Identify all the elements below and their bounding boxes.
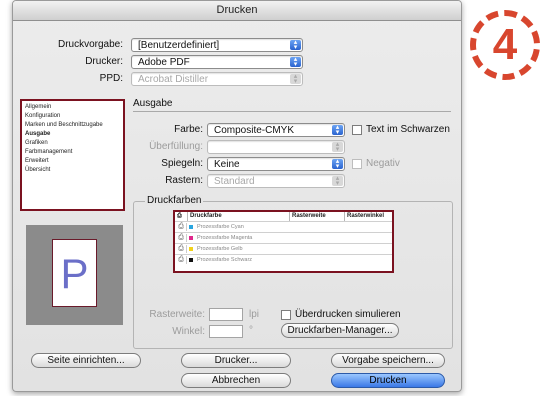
print-dialog: Drucken Druckvorgabe: [Benutzerdefiniert… (12, 0, 462, 392)
table-row[interactable]: ⎙ Prozessfarbe Magenta (175, 232, 392, 243)
ueberfuellung-select[interactable]: ▴ ▾ (207, 140, 345, 154)
drucken-button[interactable]: Drucken (331, 373, 445, 388)
sidebar-item-marken[interactable]: Marken und Beschnittzugabe (25, 121, 103, 129)
drucker-button[interactable]: Drucker... (181, 353, 291, 368)
ppd-select[interactable]: Acrobat Distiller ▴ ▾ (131, 72, 303, 86)
popup-arrows-icon: ▴ ▾ (332, 175, 343, 187)
sidebar-item-konfiguration[interactable]: Konfiguration (25, 112, 60, 120)
preview-letter: P (60, 250, 89, 297)
print-column-icon: ⎙ (175, 212, 188, 221)
rasterweite-label: Rasterweite: (149, 309, 205, 320)
spiegeln-value: Keine (214, 159, 240, 170)
lpi-unit: lpi (249, 309, 260, 320)
sidebar-item-farbmanagement[interactable]: Farbmanagement (25, 148, 72, 156)
druckfarben-manager-button[interactable]: Druckfarben-Manager... (281, 323, 399, 338)
ink-name: Prozessfarbe Gelb (197, 246, 243, 252)
category-list: Allgemein Konfiguration Marken und Besch… (20, 99, 125, 211)
printer-icon[interactable]: ⎙ (176, 223, 187, 231)
popup-arrows-icon: ▴ ▾ (290, 73, 301, 85)
druckfarben-title: Druckfarben (145, 195, 204, 206)
rastern-label: Rastern: (165, 175, 203, 186)
spiegeln-select[interactable]: Keine ▴ ▾ (207, 157, 345, 171)
table-row[interactable]: ⎙ Prozessfarbe Cyan (175, 221, 392, 232)
color-swatch (189, 225, 193, 229)
druckvorgabe-label: Druckvorgabe: (57, 39, 123, 50)
ausgabe-title: Ausgabe (133, 98, 173, 109)
column-header-rasterwinkel[interactable]: Rasterwinkel (345, 212, 392, 221)
column-header-rasterweite[interactable]: Rasterweite (290, 212, 345, 221)
table-row[interactable]: ⎙ Prozessfarbe Schwarz (175, 254, 392, 265)
rastern-select[interactable]: Standard ▴ ▾ (207, 174, 345, 188)
ueberdrucken-checkbox[interactable] (281, 310, 291, 320)
popup-arrows-icon: ▴ ▾ (332, 124, 343, 136)
farbe-label: Farbe: (174, 124, 203, 135)
druckvorgabe-value: [Benutzerdefiniert] (138, 40, 220, 51)
popup-arrows-icon: ▴ ▾ (332, 141, 343, 153)
ppd-label: PPD: (99, 73, 123, 84)
page-preview: P (26, 225, 123, 325)
column-header-druckfarbe[interactable]: Druckfarbe (188, 212, 290, 221)
rastern-value: Standard (214, 176, 255, 187)
popup-arrows-icon: ▴ ▾ (290, 56, 301, 68)
farbe-select[interactable]: Composite-CMYK ▴ ▾ (207, 123, 345, 137)
sidebar-item-erweitert[interactable]: Erweitert (25, 157, 49, 165)
section-divider (133, 111, 451, 112)
ink-table: ⎙ Druckfarbe Rasterweite Rasterwinkel ⎙ … (173, 210, 394, 273)
sidebar-item-allgemein[interactable]: Allgemein (25, 103, 51, 111)
sidebar-item-grafiken[interactable]: Grafiken (25, 139, 48, 147)
printer-icon[interactable]: ⎙ (176, 256, 187, 264)
vorgabe-speichern-button[interactable]: Vorgabe speichern... (331, 353, 445, 368)
color-swatch (189, 247, 193, 251)
degree-unit: ° (249, 325, 253, 336)
preview-page: P (52, 239, 97, 307)
ink-name: Prozessfarbe Schwarz (197, 257, 253, 263)
popup-arrows-icon: ▴ ▾ (332, 158, 343, 170)
farbe-value: Composite-CMYK (214, 125, 295, 136)
ink-name: Prozessfarbe Cyan (197, 224, 244, 230)
winkel-label: Winkel: (172, 326, 205, 337)
drucker-select[interactable]: Adobe PDF ▴ ▾ (131, 55, 303, 69)
step-number-badge: 4 (470, 10, 540, 80)
text-im-schwarzen-label: Text im Schwarzen (366, 124, 450, 135)
negativ-label: Negativ (366, 158, 400, 169)
sidebar-item-ausgabe[interactable]: Ausgabe (25, 130, 50, 138)
rasterweite-input[interactable] (209, 308, 243, 321)
popup-arrows-icon: ▴ ▾ (290, 39, 301, 51)
ppd-value: Acrobat Distiller (138, 74, 209, 85)
ueberfuellung-label: Überfüllung: (149, 141, 203, 152)
spiegeln-label: Spiegeln: (161, 158, 203, 169)
ueberdrucken-label: Überdrucken simulieren (295, 309, 401, 320)
negativ-checkbox[interactable] (352, 159, 362, 169)
table-row[interactable]: ⎙ Prozessfarbe Gelb (175, 243, 392, 254)
window-title: Drucken (13, 1, 461, 21)
text-im-schwarzen-checkbox[interactable] (352, 125, 362, 135)
winkel-input[interactable] (209, 325, 243, 338)
printer-icon[interactable]: ⎙ (176, 245, 187, 253)
color-swatch (189, 236, 193, 240)
color-swatch (189, 258, 193, 262)
printer-icon[interactable]: ⎙ (176, 234, 187, 242)
drucker-label: Drucker: (85, 56, 123, 67)
drucker-value: Adobe PDF (138, 57, 190, 68)
ink-name: Prozessfarbe Magenta (197, 235, 253, 241)
druckvorgabe-select[interactable]: [Benutzerdefiniert] ▴ ▾ (131, 38, 303, 52)
sidebar-item-uebersicht[interactable]: Übersicht (25, 166, 50, 174)
seite-einrichten-button[interactable]: Seite einrichten... (31, 353, 141, 368)
abbrechen-button[interactable]: Abbrechen (181, 373, 291, 388)
